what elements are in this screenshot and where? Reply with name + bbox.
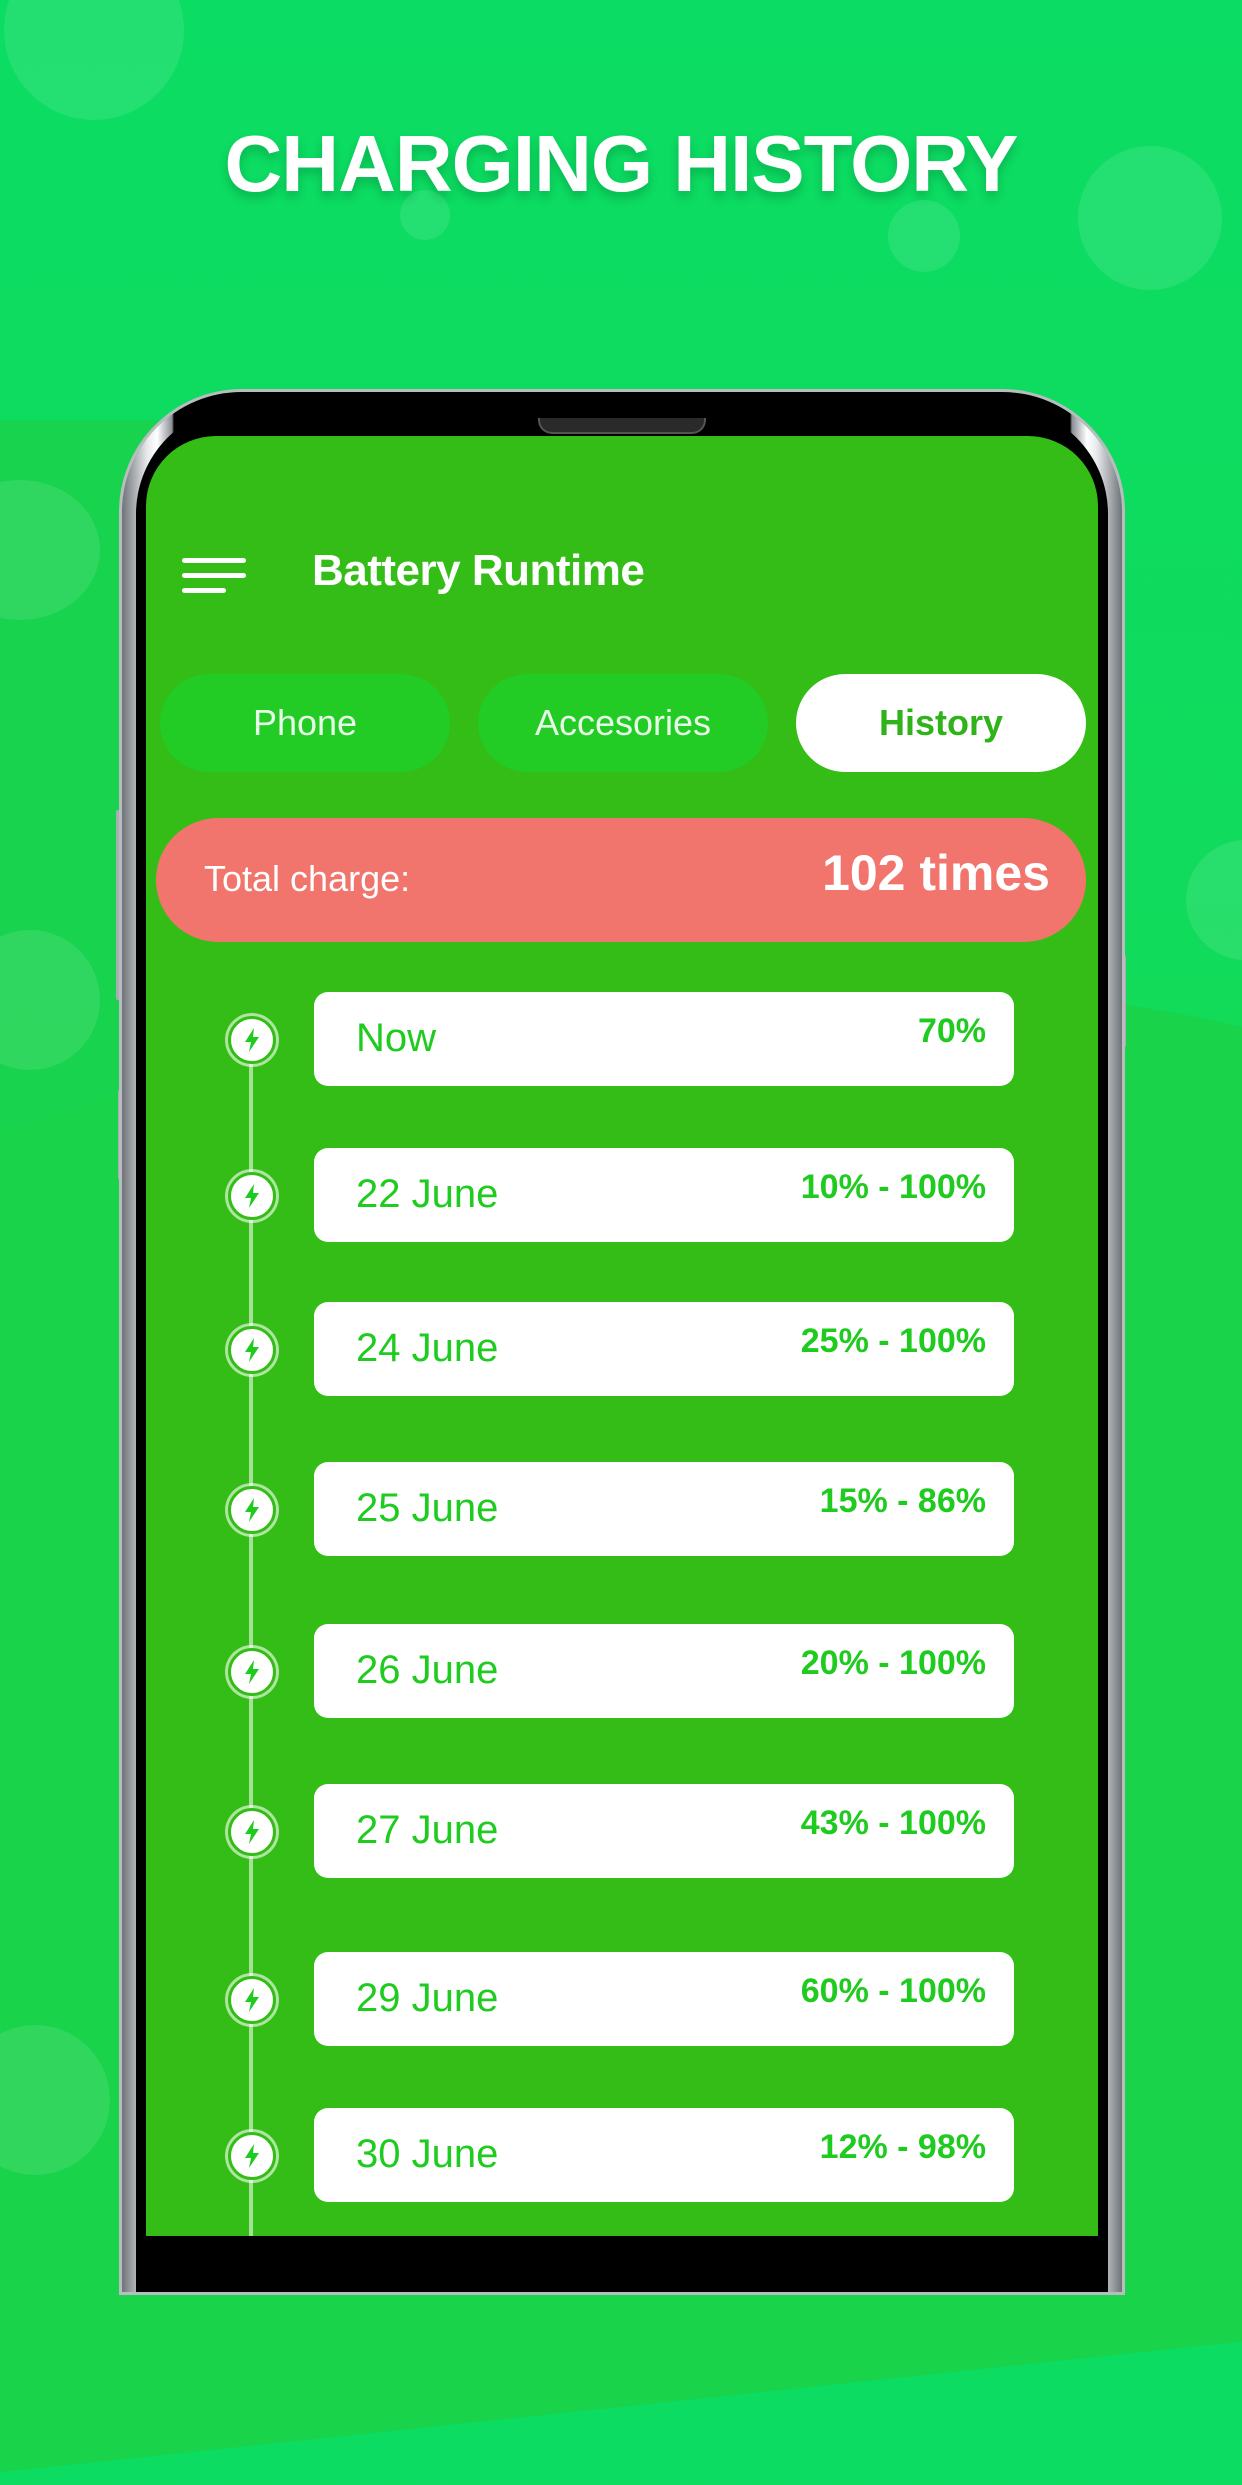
lightning-bolt-icon	[228, 1808, 276, 1856]
app-screen: Battery Runtime Phone Accesories History…	[146, 436, 1098, 2236]
lightning-bolt-icon	[228, 1326, 276, 1374]
history-range: 10% - 100%	[800, 1168, 986, 1206]
history-date: 25 June	[356, 1486, 499, 1530]
lightning-bolt-icon	[228, 1976, 276, 2024]
lightning-bolt-icon	[228, 1016, 276, 1064]
tab-phone[interactable]: Phone	[160, 674, 450, 772]
phone-speaker	[538, 418, 706, 434]
history-date: Now	[356, 1016, 437, 1060]
lightning-bolt-icon	[228, 1648, 276, 1696]
total-charge-label: Total charge:	[204, 858, 411, 899]
lightning-bolt-icon	[228, 1486, 276, 1534]
lightning-bolt-icon	[228, 2132, 276, 2180]
history-date: 30 June	[356, 2132, 499, 2176]
total-charge-value: 102 times	[822, 845, 1050, 901]
history-item[interactable]: 24 June 25% - 100%	[314, 1302, 1014, 1396]
decor-bubble	[1186, 840, 1242, 960]
app-title: Battery Runtime	[312, 546, 645, 595]
history-item[interactable]: 30 June 12% - 98%	[314, 2108, 1014, 2202]
history-item[interactable]: 27 June 43% - 100%	[314, 1784, 1014, 1878]
history-item[interactable]: 25 June 15% - 86%	[314, 1462, 1014, 1556]
history-date: 24 June	[356, 1326, 499, 1370]
hamburger-menu-icon[interactable]	[182, 556, 248, 596]
history-date: 26 June	[356, 1648, 499, 1692]
history-range: 20% - 100%	[800, 1644, 986, 1682]
history-date: 27 June	[356, 1808, 499, 1852]
tab-accessories[interactable]: Accesories	[478, 674, 768, 772]
history-date: 29 June	[356, 1976, 499, 2020]
history-item[interactable]: Now 70%	[314, 992, 1014, 1086]
history-range: 25% - 100%	[800, 1322, 986, 1360]
headline: CHARGING HISTORY	[224, 119, 1019, 208]
history-item[interactable]: 26 June 20% - 100%	[314, 1624, 1014, 1718]
lightning-bolt-icon	[228, 1172, 276, 1220]
decor-bubble	[888, 200, 960, 272]
history-date: 22 June	[356, 1172, 499, 1216]
tab-bar: Phone Accesories History	[160, 674, 1086, 772]
total-charge-bar: Total charge: 102 times	[156, 818, 1086, 942]
app-bar: Battery Runtime	[146, 536, 1098, 616]
history-range: 43% - 100%	[800, 1804, 986, 1842]
history-range: 70%	[917, 1012, 986, 1050]
history-range: 12% - 98%	[819, 2128, 986, 2166]
decor-bubble	[4, 0, 184, 120]
history-range: 15% - 86%	[819, 1482, 986, 1520]
history-range: 60% - 100%	[800, 1972, 986, 2010]
history-item[interactable]: 29 June 60% - 100%	[314, 1952, 1014, 2046]
history-item[interactable]: 22 June 10% - 100%	[314, 1148, 1014, 1242]
tab-history[interactable]: History	[796, 674, 1086, 772]
